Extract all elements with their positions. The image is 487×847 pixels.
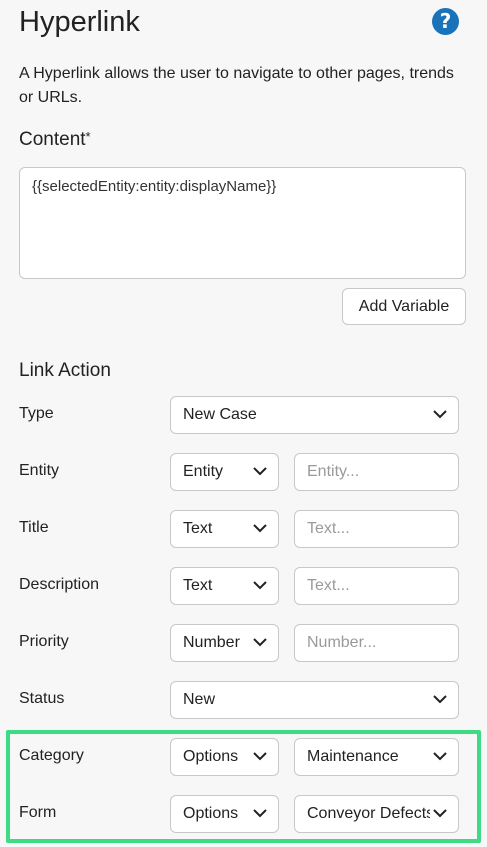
title-mode-select[interactable]: Text bbox=[170, 510, 279, 548]
link-action-title: Link Action bbox=[19, 360, 111, 381]
status-label: Status bbox=[19, 690, 65, 707]
category-value: Maintenance bbox=[307, 748, 399, 765]
chevron-down-icon bbox=[430, 682, 450, 718]
category-mode-select[interactable]: Options bbox=[170, 738, 279, 776]
required-mark: * bbox=[85, 129, 91, 144]
description-label: Description bbox=[19, 576, 100, 593]
chevron-down-icon bbox=[250, 739, 270, 775]
content-label: Content* bbox=[19, 129, 91, 151]
page-title: Hyperlink bbox=[19, 6, 140, 38]
form-mode-value: Options bbox=[183, 805, 239, 822]
form-mode-select[interactable]: Options bbox=[170, 795, 279, 833]
content-textarea[interactable]: {{selectedEntity:entity:displayName}} bbox=[19, 167, 466, 279]
title-input[interactable]: Text... bbox=[294, 510, 459, 548]
status-select[interactable]: New bbox=[170, 681, 459, 719]
entity-mode-value: Entity bbox=[183, 463, 224, 480]
description-text: A Hyperlink allows the user to navigate … bbox=[19, 65, 454, 106]
status-select-value: New bbox=[183, 691, 216, 708]
chevron-down-icon bbox=[430, 796, 450, 832]
type-label: Type bbox=[19, 405, 54, 422]
add-variable-button[interactable]: Add Variable bbox=[342, 288, 466, 325]
description-mode-select[interactable]: Text bbox=[170, 567, 279, 605]
priority-label: Priority bbox=[19, 633, 69, 650]
category-value-select[interactable]: Maintenance bbox=[294, 738, 459, 776]
form-value-select[interactable]: Conveyor Defects bbox=[294, 795, 459, 833]
title-mode-value: Text bbox=[183, 520, 213, 537]
chevron-down-icon bbox=[250, 454, 270, 490]
chevron-down-icon bbox=[250, 568, 270, 604]
priority-mode-value: Number bbox=[183, 634, 240, 651]
priority-mode-select[interactable]: Number bbox=[170, 624, 279, 662]
description-input[interactable]: Text... bbox=[294, 567, 459, 605]
entity-label: Entity bbox=[19, 462, 60, 479]
category-label: Category bbox=[19, 747, 84, 764]
help-icon[interactable]: ? bbox=[432, 8, 459, 35]
category-mode-value: Options bbox=[183, 748, 239, 765]
priority-input[interactable]: Number... bbox=[294, 624, 459, 662]
entity-mode-select[interactable]: Entity bbox=[170, 453, 279, 491]
chevron-down-icon bbox=[250, 625, 270, 661]
type-select-value: New Case bbox=[183, 406, 257, 423]
chevron-down-icon bbox=[430, 397, 450, 433]
chevron-down-icon bbox=[250, 796, 270, 832]
content-label-text: Content bbox=[19, 129, 86, 150]
type-select[interactable]: New Case bbox=[170, 396, 459, 434]
title-label: Title bbox=[19, 519, 49, 536]
description-mode-value: Text bbox=[183, 577, 213, 594]
chevron-down-icon bbox=[430, 739, 450, 775]
form-label: Form bbox=[19, 804, 57, 821]
entity-input[interactable]: Entity... bbox=[294, 453, 459, 491]
form-value: Conveyor Defects bbox=[307, 805, 435, 822]
chevron-down-icon bbox=[250, 511, 270, 547]
